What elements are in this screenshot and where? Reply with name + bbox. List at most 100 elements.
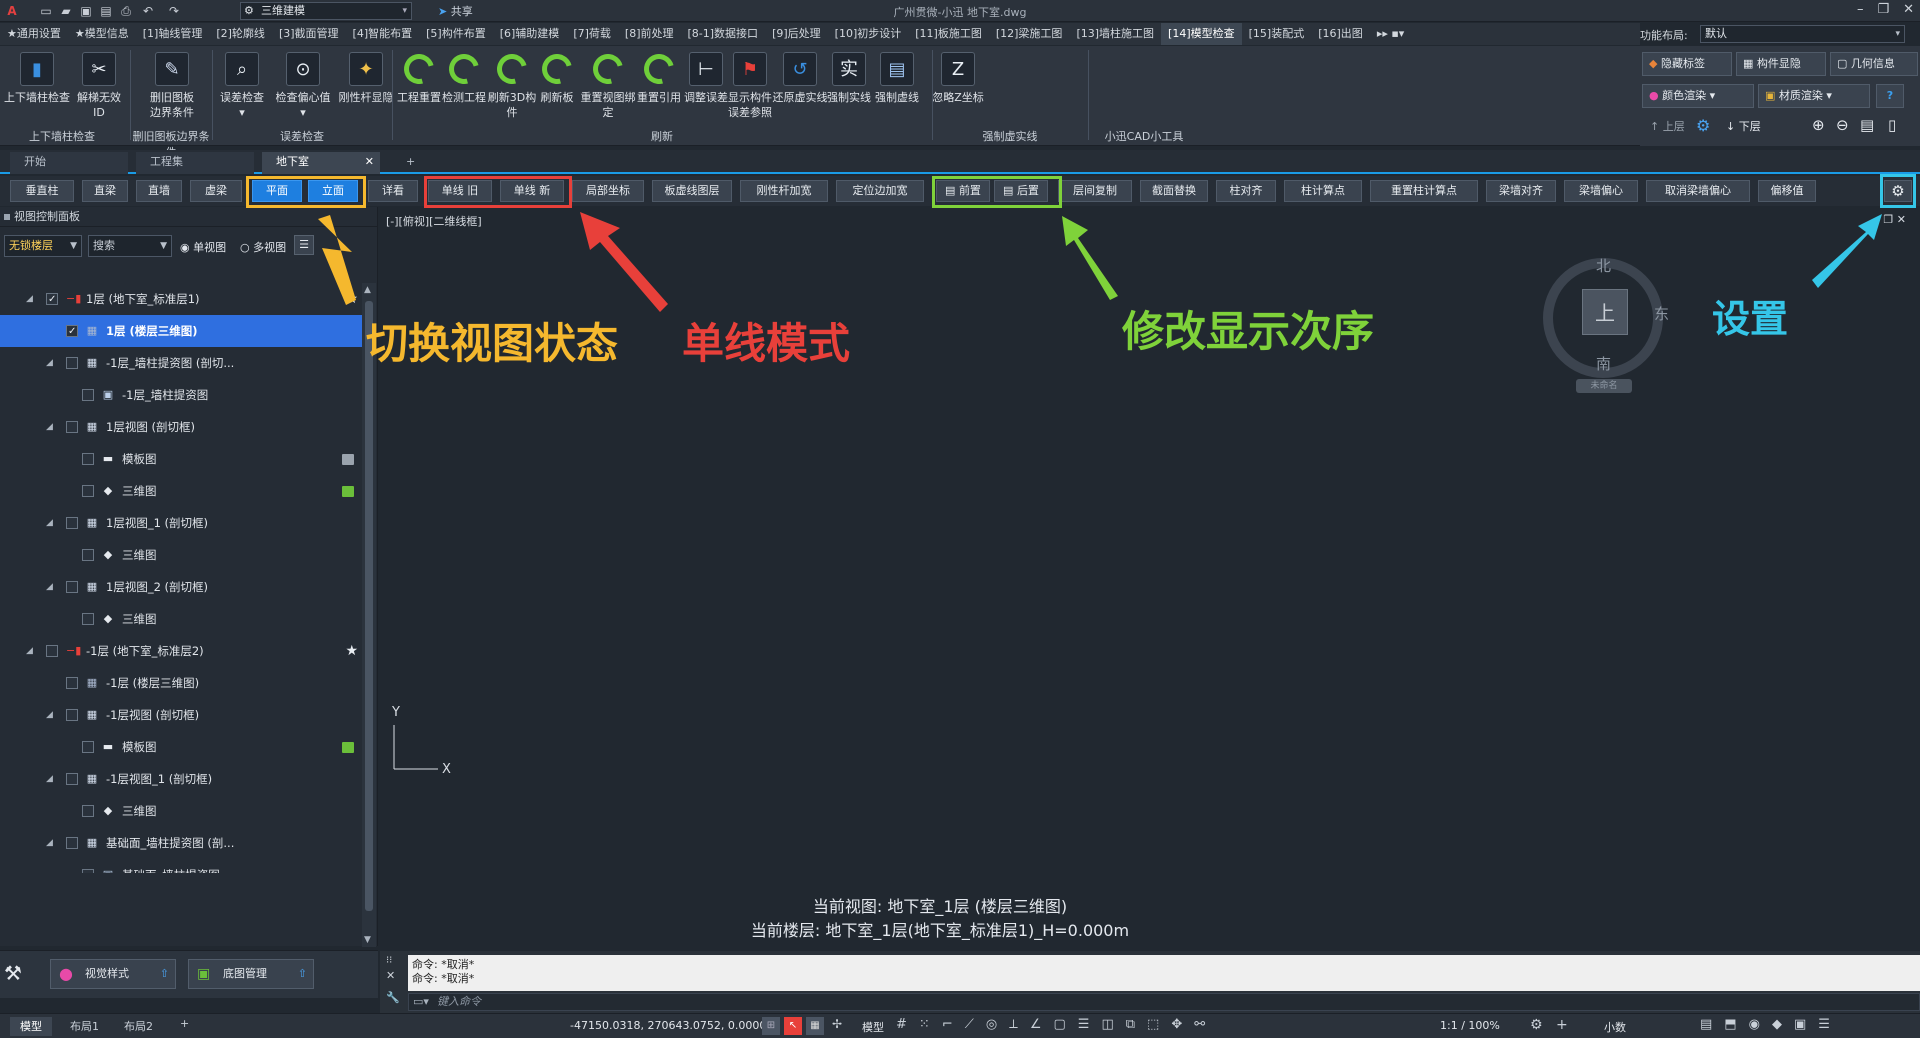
ribbon-button[interactable]: ✂ 解梯无效ID	[72, 52, 126, 120]
search-select[interactable]: 搜索 ▼	[88, 235, 172, 257]
menu-item[interactable]: [16]出图	[1311, 23, 1370, 45]
ribbon-button[interactable]: 重置视图绑定	[578, 48, 638, 120]
tree-row[interactable]: ◢ ▦ 1层视图_1 (剖切框)	[0, 507, 362, 539]
tree-row[interactable]: ◆ 三维图	[0, 603, 362, 635]
toolbar-button[interactable]: 重置柱计算点	[1370, 180, 1478, 202]
tree-row[interactable]: ▦ -1层 (楼层三维图)	[0, 667, 362, 699]
visibility-checkbox[interactable]	[82, 549, 94, 561]
scrollbar-thumb[interactable]	[365, 301, 373, 911]
snap-grid-icon[interactable]: ⁙	[919, 1017, 930, 1032]
menu-icon[interactable]: ☰	[294, 235, 314, 255]
menu-item[interactable]: [12]梁施工图	[989, 23, 1070, 45]
floor-settings-icon[interactable]: ⚙	[1696, 116, 1710, 135]
menu-item[interactable]: [6]辅助建模	[493, 23, 567, 45]
ribbon-button[interactable]: 实强制实线	[826, 52, 872, 105]
properties-icon[interactable]: ▤	[1860, 116, 1874, 134]
menu-item[interactable]: [8-1]数据接口	[681, 23, 766, 45]
ribbon-button[interactable]: 刷新3D构件	[486, 48, 538, 120]
toolbar-button[interactable]: 取消梁墙偏心	[1646, 180, 1750, 202]
dynamic-ucs-icon[interactable]: ∠	[1030, 1017, 1042, 1032]
tree-row[interactable]: ◢ ▦ 基础面_墙柱提资图 (剖...	[0, 827, 362, 859]
tree-scrollbar[interactable]: ▲ ▼	[362, 283, 376, 947]
single-view-radio[interactable]: ◉ 单视图	[180, 239, 226, 255]
toolbar-button[interactable]: 局部坐标	[572, 180, 644, 202]
color-render-button[interactable]: ● 颜色渲染 ▾	[1642, 84, 1754, 108]
menu-item[interactable]: [7]荷载	[566, 23, 618, 45]
visibility-checkbox[interactable]	[66, 677, 78, 689]
up-floor-button[interactable]: ↑ 上层	[1650, 118, 1685, 134]
maximize-icon[interactable]: ❐	[1883, 213, 1893, 226]
ribbon-button[interactable]: ⊙ 检查偏心值 ▾	[270, 52, 336, 120]
visibility-checkbox[interactable]	[82, 805, 94, 817]
toolbar-button[interactable]: 板虚线图层	[652, 180, 732, 202]
doc-tab[interactable]: 地下室 ✕	[262, 152, 380, 174]
down-floor-button[interactable]: ↓ 下层	[1726, 118, 1761, 134]
toolbar-button[interactable]: 详看	[368, 180, 418, 202]
grid-icon[interactable]: #	[896, 1017, 907, 1032]
ribbon-button[interactable]: ✎ 删旧图板 边界条件	[130, 52, 214, 120]
expand-arrow-icon[interactable]: ◢	[26, 635, 33, 667]
layout-tab[interactable]: 布局2	[114, 1017, 163, 1036]
transparency-icon[interactable]: ◫	[1101, 1017, 1113, 1032]
tree-row[interactable]: ◢ −▮ -1层 (地下室_标准层2) ★	[0, 635, 362, 667]
multi-view-radio[interactable]: ○ 多视图	[240, 239, 286, 255]
osnap-icon[interactable]: ◎	[986, 1017, 997, 1032]
layout-select[interactable]: 默认 ▾	[1700, 25, 1905, 43]
toolbar-button[interactable]: 虚梁	[190, 180, 242, 202]
selection-cycle-icon[interactable]: ⧉	[1126, 1017, 1135, 1032]
3d-osnap-icon[interactable]: ⬚	[1147, 1017, 1159, 1032]
ribbon-button[interactable]: ⊢ 调整误差	[684, 52, 728, 105]
tree-row[interactable]: ▣ 基础面_墙柱提资图	[0, 859, 362, 873]
expand-arrow-icon[interactable]: ◢	[46, 699, 53, 731]
menu-item[interactable]: [14]模型检查	[1161, 23, 1242, 45]
grip-icon[interactable]: ⁝⁝	[386, 955, 392, 966]
expand-arrow-icon[interactable]: ◢	[26, 283, 33, 315]
lineweight-icon[interactable]: ☰	[1078, 1017, 1090, 1032]
help-icon[interactable]: ?	[1876, 84, 1904, 108]
model-space-label[interactable]: 模型	[862, 1019, 884, 1035]
base-map-button[interactable]: ▣ 底图管理 ⇧	[188, 959, 314, 989]
menu-overflow-icon[interactable]: ▸▸ ▪▾	[1370, 23, 1412, 45]
restore-icon[interactable]: ❐	[1877, 2, 1889, 17]
add-layout-icon[interactable]: +	[180, 1017, 189, 1030]
visibility-checkbox[interactable]	[66, 837, 78, 849]
menu-item[interactable]: ★通用设置	[0, 23, 68, 45]
layout-tab[interactable]: 模型	[10, 1017, 52, 1036]
close-icon[interactable]: ✕	[386, 969, 395, 982]
customize-icon[interactable]: ☰	[1818, 1017, 1830, 1032]
ribbon-button[interactable]: 重置引用	[636, 48, 682, 105]
toolbar-button[interactable]: 柱对齐	[1216, 180, 1276, 202]
tree-row[interactable]: ▬ 模板图	[0, 731, 362, 763]
visibility-checkbox[interactable]	[82, 453, 94, 465]
layer-icon[interactable]: ▦	[806, 1017, 824, 1035]
expand-arrow-icon[interactable]: ◢	[46, 571, 53, 603]
gizmo-icon[interactable]: ✥	[1171, 1017, 1182, 1032]
ribbon-button[interactable]: ⌕ 误差检查 ▾	[214, 52, 270, 120]
visibility-checkbox[interactable]	[46, 645, 58, 657]
doc-tab[interactable]: 工程集	[136, 152, 254, 174]
hardware-accel-icon[interactable]: ◆	[1772, 1017, 1782, 1032]
visibility-checkbox[interactable]	[82, 613, 94, 625]
ribbon-button[interactable]: 刷新板	[536, 48, 578, 105]
decimal-units[interactable]: 小数	[1604, 1019, 1626, 1035]
plus-icon[interactable]: +	[1556, 1017, 1568, 1033]
toolbar-button[interactable]: 直梁	[82, 180, 128, 202]
tools-icon[interactable]: ⚒	[4, 961, 22, 985]
zoom-out-icon[interactable]: ⊖	[1836, 116, 1849, 134]
zoom-in-icon[interactable]: ⊕	[1812, 116, 1825, 134]
toolbar-button[interactable]: 垂直柱	[10, 180, 74, 202]
toolbar-button[interactable]: 梁墙对齐	[1486, 180, 1556, 202]
tree-row[interactable]: ◆ 三维图	[0, 475, 362, 507]
component-show-button[interactable]: ▦ 构件显隐	[1736, 52, 1826, 76]
menu-item[interactable]: [10]初步设计	[828, 23, 909, 45]
visibility-checkbox[interactable]	[66, 517, 78, 529]
visibility-checkbox[interactable]	[46, 284, 58, 316]
layout-tab[interactable]: 布局1	[60, 1017, 109, 1036]
doc-tab[interactable]: 开始	[10, 152, 128, 174]
tree-row[interactable]: ◢ −▮ 1层 (地下室_标准层1) ★	[0, 283, 362, 316]
view-mode-label[interactable]: [-][俯视][二维线框]	[386, 213, 482, 229]
menu-item[interactable]: [8]前处理	[618, 23, 681, 45]
otrack-icon[interactable]: ⟂	[1009, 1017, 1018, 1032]
close-icon[interactable]: ✕	[1897, 213, 1906, 226]
command-input[interactable]: ▭▾ 键入命令	[408, 993, 1920, 1011]
